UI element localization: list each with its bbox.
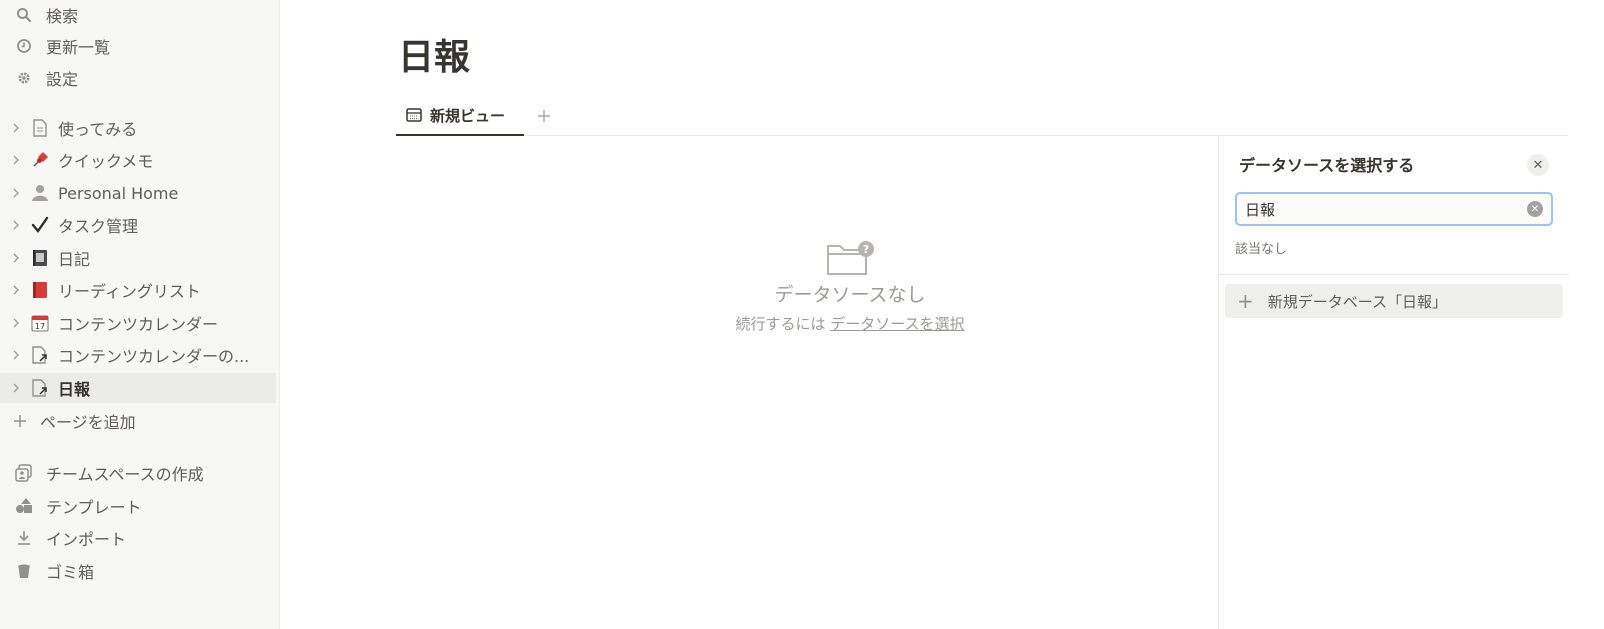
sidebar-create-teamspace-label: チームスペースの作成 (46, 465, 204, 484)
empty-state: ? データソースなし 続行するには データソースを選択 (600, 240, 1100, 334)
sidebar-settings[interactable]: 設定 (0, 63, 276, 93)
checkmark-icon (30, 215, 50, 235)
sidebar-search[interactable]: 検索 (0, 0, 276, 30)
divider (1219, 274, 1569, 275)
search-icon (14, 5, 34, 25)
trash-icon (14, 561, 34, 581)
empty-prefix: 続行するには (735, 315, 826, 333)
notebook-icon (30, 248, 50, 268)
sidebar-page-label: タスク管理 (58, 217, 139, 236)
tab-new-view[interactable]: 新規ビュー (396, 96, 524, 136)
sidebar-trash-label: ゴミ箱 (46, 563, 95, 582)
data-source-search-input[interactable]: 日報 ✕ (1235, 192, 1553, 226)
sidebar-import[interactable]: インポート (0, 523, 276, 553)
shapes-icon (14, 496, 34, 516)
clock-icon (14, 36, 34, 56)
sidebar-page-quickmemo[interactable]: クイックメモ (0, 145, 276, 175)
sidebar-page-label: 日記 (58, 250, 91, 269)
sidebar-page-task[interactable]: タスク管理 (0, 210, 276, 240)
svg-text:17: 17 (35, 322, 45, 331)
sidebar-page-label: コンテンツカレンダー (58, 315, 219, 334)
close-icon: ✕ (1532, 157, 1544, 173)
download-icon (14, 528, 34, 548)
sidebar-page-label: コンテンツカレンダーの... (58, 347, 250, 366)
sidebar-page-reading-list[interactable]: リーディングリスト (0, 275, 276, 305)
sidebar-settings-label: 設定 (46, 70, 79, 89)
page-title: 日報 (398, 37, 471, 78)
add-page-button[interactable]: ページを追加 (0, 406, 276, 436)
empty-subtitle: 続行するには データソースを選択 (600, 313, 1100, 334)
linked-document-icon (30, 378, 50, 398)
sidebar-page-diary[interactable]: 日記 (0, 243, 276, 273)
empty-title: データソースなし (774, 284, 926, 306)
folder-question-icon: ? (600, 240, 1100, 276)
teamspace-icon (14, 463, 34, 483)
tab-new-view-label: 新規ビュー (430, 106, 506, 125)
plus-icon (538, 110, 550, 122)
sidebar-page-nippo[interactable]: 日報 (0, 373, 276, 403)
clear-icon[interactable]: ✕ (1527, 201, 1543, 217)
sidebar-page-content-calendar-linked[interactable]: コンテンツカレンダーの... (0, 340, 276, 370)
sidebar-page-label: 使ってみる (58, 120, 138, 139)
add-view-button[interactable] (532, 104, 556, 128)
close-button[interactable]: ✕ (1527, 154, 1549, 176)
search-value[interactable]: 日報 (1245, 199, 1527, 220)
sidebar-page-label: リーディングリスト (58, 282, 201, 301)
document-icon (30, 118, 50, 138)
sidebar-templates[interactable]: テンプレート (0, 491, 276, 521)
sidebar-search-label: 検索 (46, 7, 79, 26)
chevron-right-icon[interactable] (12, 252, 24, 264)
table-view-icon (406, 108, 422, 122)
select-data-source-link[interactable]: データソースを選択 (830, 315, 964, 333)
new-database-label: 新規データベース「日報」 (1267, 292, 1448, 311)
person-icon (30, 183, 50, 203)
calendar-icon: 17 (30, 313, 50, 333)
sidebar-templates-label: テンプレート (46, 498, 142, 517)
chevron-right-icon[interactable] (12, 219, 24, 231)
sidebar-page-label: 日報 (58, 380, 91, 399)
gear-icon (14, 68, 34, 88)
new-database-button[interactable]: + 新規データベース「日報」 (1225, 284, 1563, 318)
sidebar-page-content-calendar[interactable]: 17 コンテンツカレンダー (0, 308, 276, 338)
view-tabs: 新規ビュー (396, 96, 1568, 136)
sidebar: 検索 更新一覧 設定 使ってみる クイックメモ Personal Home タス… (0, 0, 280, 629)
chevron-right-icon[interactable] (12, 154, 24, 166)
chevron-right-icon[interactable] (12, 382, 24, 394)
chevron-right-icon[interactable] (12, 349, 24, 361)
pushpin-icon (30, 150, 50, 170)
sidebar-trash[interactable]: ゴミ箱 (0, 556, 276, 586)
add-page-label: ページを追加 (40, 413, 136, 432)
data-source-panel: データソースを選択する ✕ 日報 ✕ 該当なし + 新規データベース「日報」 (1218, 136, 1569, 629)
no-results-text: 該当なし (1235, 242, 1288, 257)
sidebar-page-label: Personal Home (58, 183, 179, 203)
plus-icon (10, 411, 30, 431)
sidebar-updates-label: 更新一覧 (46, 38, 111, 57)
red-book-icon (30, 280, 50, 300)
linked-document-icon (30, 345, 50, 365)
plus-icon: + (1237, 289, 1254, 313)
chevron-right-icon[interactable] (12, 317, 24, 329)
sidebar-updates[interactable]: 更新一覧 (0, 31, 276, 61)
sidebar-create-teamspace[interactable]: チームスペースの作成 (0, 458, 276, 488)
sidebar-page-tsukattemiru[interactable]: 使ってみる (0, 113, 276, 143)
svg-text:?: ? (863, 243, 869, 256)
chevron-right-icon[interactable] (12, 122, 24, 134)
panel-title: データソースを選択する (1239, 156, 1415, 175)
sidebar-page-personal-home[interactable]: Personal Home (0, 178, 276, 208)
chevron-right-icon[interactable] (12, 284, 24, 296)
sidebar-page-label: クイックメモ (58, 152, 154, 171)
chevron-right-icon[interactable] (12, 187, 24, 199)
sidebar-import-label: インポート (46, 530, 127, 549)
